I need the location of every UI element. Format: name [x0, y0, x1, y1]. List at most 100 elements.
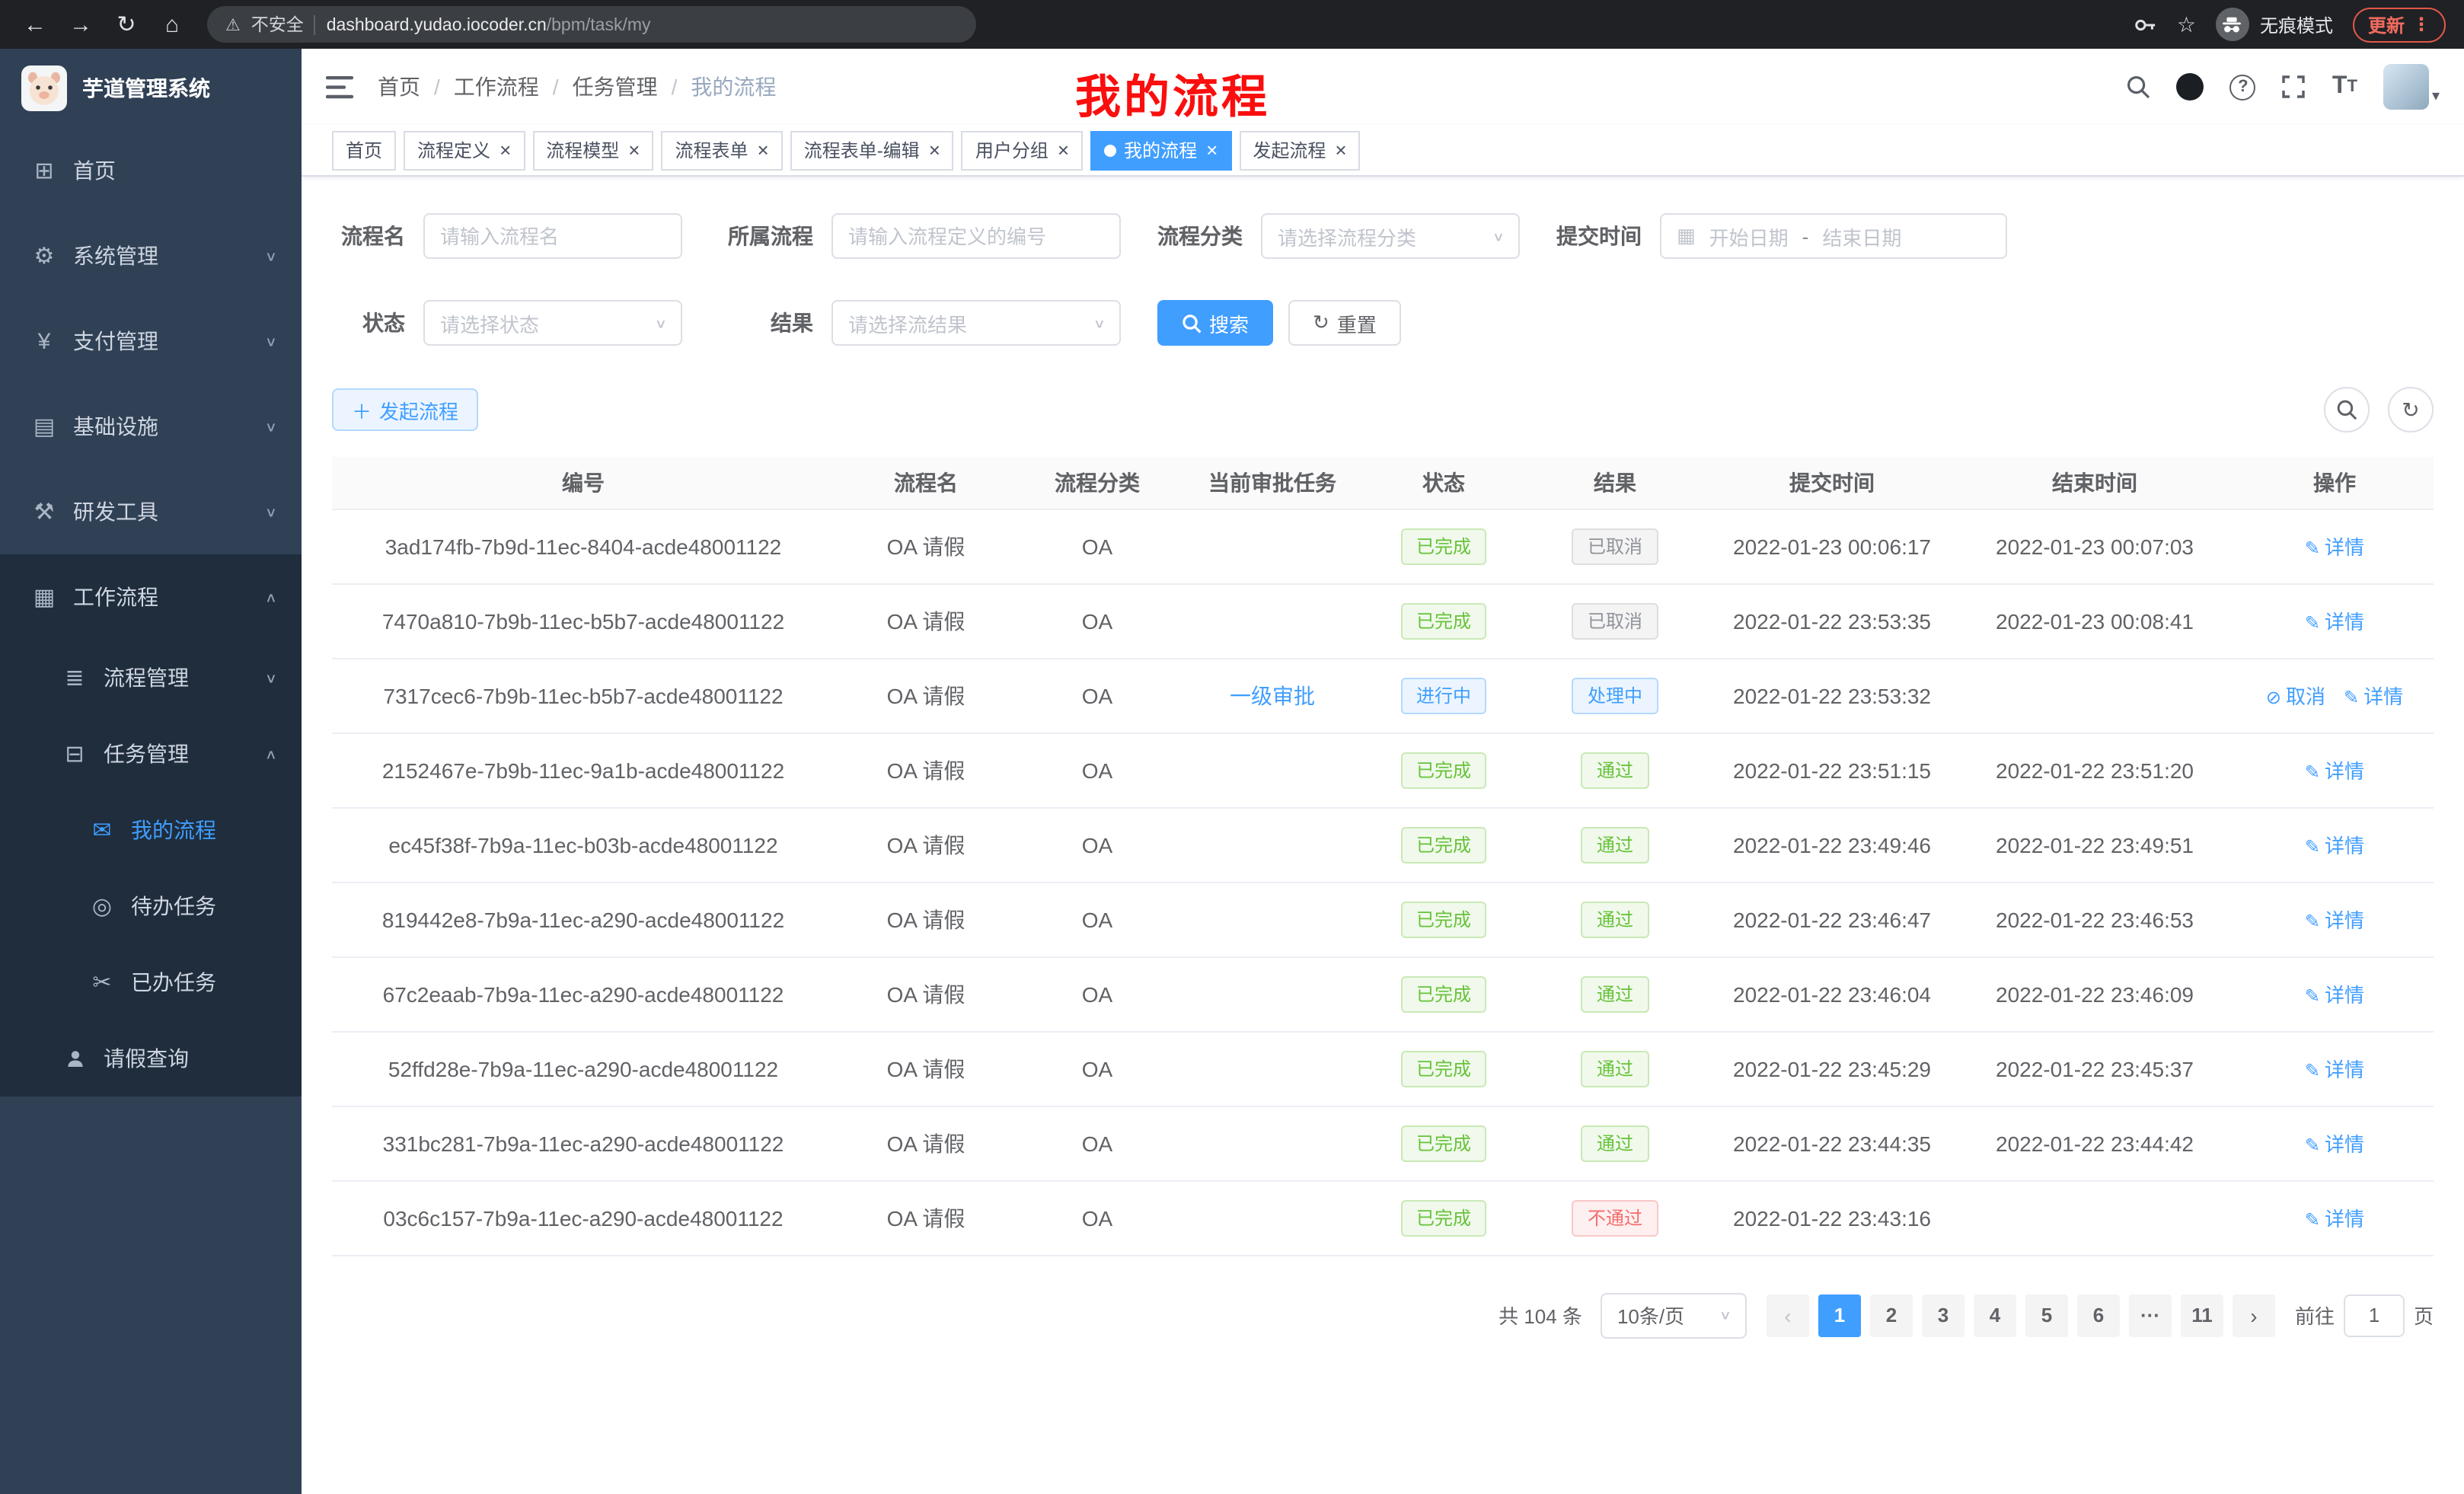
close-icon[interactable]: ×: [1206, 140, 1218, 160]
date-range-picker[interactable]: ▦ 开始日期 - 结束日期: [1660, 213, 2007, 259]
process-name-input[interactable]: [423, 213, 682, 259]
tab-流程表单-编辑[interactable]: 流程表单-编辑×: [790, 130, 954, 170]
action-label: 取消: [2286, 685, 2325, 708]
close-icon[interactable]: ×: [500, 140, 511, 160]
tab-流程表单[interactable]: 流程表单×: [661, 130, 782, 170]
page-button-5[interactable]: 5: [2025, 1294, 2068, 1336]
cell-current-task: [1177, 733, 1368, 807]
page-button-3[interactable]: 3: [1922, 1294, 1964, 1336]
back-icon[interactable]: ←: [18, 11, 52, 37]
browser-home-icon[interactable]: ⌂: [155, 11, 189, 37]
close-icon[interactable]: ×: [929, 140, 940, 160]
pager-ellipsis[interactable]: ···: [2129, 1294, 2172, 1336]
detail-link[interactable]: ✎详情: [2305, 835, 2364, 857]
fullscreen-icon[interactable]: [2282, 75, 2306, 99]
github-icon[interactable]: [2177, 73, 2204, 101]
password-key-icon[interactable]: [2134, 13, 2157, 36]
breadcrumb-item[interactable]: 工作流程: [454, 75, 539, 99]
tab-流程模型[interactable]: 流程模型×: [532, 130, 653, 170]
goto-page-input[interactable]: [2344, 1294, 2405, 1336]
process-def-input[interactable]: [831, 213, 1121, 259]
cell-submit-time: 2022-01-22 23:51:15: [1710, 733, 1954, 807]
tab-发起流程[interactable]: 发起流程×: [1239, 130, 1360, 170]
top-navbar: 首页/工作流程/任务管理/我的流程 我的流程 ? T: [302, 49, 2464, 125]
cell-status: 已完成: [1368, 882, 1520, 956]
sidebar-item-系统管理[interactable]: ⚙系统管理∨: [0, 213, 302, 298]
page-size-select[interactable]: 10条/页 ∨: [1601, 1292, 1747, 1338]
page-button-4[interactable]: 4: [1974, 1294, 2016, 1336]
detail-link[interactable]: ✎详情: [2305, 611, 2364, 634]
close-icon[interactable]: ×: [1058, 140, 1069, 160]
close-icon[interactable]: ×: [628, 140, 640, 160]
cell-status-tag: 已完成: [1401, 826, 1486, 863]
sidebar-item-请假查询[interactable]: 请假查询: [0, 1020, 302, 1097]
detail-link[interactable]: ✎详情: [2305, 1058, 2364, 1081]
sidebar-item-基础设施[interactable]: ▤基础设施∨: [0, 384, 302, 469]
help-icon[interactable]: ?: [2230, 74, 2256, 100]
close-icon[interactable]: ×: [1335, 140, 1346, 160]
status-select[interactable]: 请选择状态 ∨: [423, 300, 682, 346]
detail-link[interactable]: ✎详情: [2305, 760, 2364, 783]
tab-我的流程[interactable]: 我的流程×: [1090, 130, 1231, 170]
detail-link[interactable]: ✎详情: [2305, 536, 2364, 559]
current-task-link[interactable]: 一级审批: [1230, 683, 1315, 707]
breadcrumb-item[interactable]: 首页: [378, 75, 420, 99]
filter-result: 结果 请选择流结果 ∨: [719, 300, 1121, 346]
tab-流程定义[interactable]: 流程定义×: [404, 130, 525, 170]
sidebar-item-工作流程[interactable]: ▦工作流程∧: [0, 554, 302, 640]
address-bar[interactable]: ⚠ 不安全 dashboard.yudao.iocoder.cn/bpm/tas…: [207, 6, 976, 43]
sidebar-item-支付管理[interactable]: ¥支付管理∨: [0, 298, 302, 384]
page-button-11[interactable]: 11: [2181, 1294, 2223, 1336]
filter-process-def: 所属流程: [719, 213, 1121, 259]
sidebar-item-我的流程[interactable]: ✉我的流程: [0, 792, 302, 868]
sidebar-item-任务管理[interactable]: ⊟任务管理∧: [0, 716, 302, 792]
show-search-button[interactable]: [2324, 387, 2370, 433]
cell-result-tag: 通过: [1581, 901, 1649, 937]
page-button-1[interactable]: 1: [1818, 1294, 1861, 1336]
header-search-icon[interactable]: [2127, 75, 2151, 99]
action-label: 详情: [2363, 685, 2403, 708]
scissors-icon: ✂: [88, 969, 116, 996]
detail-link[interactable]: ✎详情: [2305, 984, 2364, 1007]
user-menu[interactable]: ▾: [2383, 64, 2440, 110]
forward-icon[interactable]: →: [64, 11, 97, 37]
breadcrumb-item[interactable]: 任务管理: [573, 75, 658, 99]
close-icon[interactable]: ×: [758, 140, 769, 160]
sidebar-toggle-icon[interactable]: [326, 75, 353, 98]
detail-link[interactable]: ✎详情: [2305, 1133, 2364, 1156]
cell-process-name: OA 请假: [835, 583, 1017, 658]
cell-submit-time: 2022-01-22 23:49:46: [1710, 807, 1954, 882]
user-avatar[interactable]: [2383, 64, 2429, 110]
cell-current-task: [1177, 1106, 1368, 1180]
cell-current-task: [1177, 583, 1368, 658]
detail-link[interactable]: ✎详情: [2305, 1208, 2364, 1231]
sidebar-item-已办任务[interactable]: ✂已办任务: [0, 944, 302, 1020]
font-size-icon[interactable]: TT: [2332, 73, 2357, 101]
category-select[interactable]: 请选择流程分类 ∨: [1261, 213, 1520, 259]
page-button-2[interactable]: 2: [1870, 1294, 1913, 1336]
sidebar-item-待办任务[interactable]: ◎待办任务: [0, 868, 302, 944]
tab-首页[interactable]: 首页: [332, 130, 396, 170]
reload-icon[interactable]: ↻: [110, 11, 143, 38]
pay-icon: ¥: [30, 328, 58, 354]
next-page-button[interactable]: ›: [2233, 1294, 2275, 1336]
cancel-link[interactable]: ⊘取消: [2266, 685, 2325, 708]
tab-用户分组[interactable]: 用户分组×: [962, 130, 1083, 170]
sidebar-item-研发工具[interactable]: ⚒研发工具∨: [0, 469, 302, 554]
detail-link[interactable]: ✎详情: [2305, 909, 2364, 932]
detail-link[interactable]: ✎详情: [2344, 685, 2403, 708]
bookmark-star-icon[interactable]: ☆: [2177, 11, 2196, 37]
sidebar-item-流程管理[interactable]: ≣流程管理∨: [0, 640, 302, 716]
browser-update-button[interactable]: 更新 ⋮: [2353, 7, 2446, 42]
incognito-icon: [2216, 8, 2249, 41]
refresh-table-button[interactable]: ↻: [2388, 387, 2434, 433]
prev-page-button[interactable]: ‹: [1767, 1294, 1809, 1336]
edit-icon: ✎: [2344, 687, 2359, 708]
sidebar-item-首页[interactable]: ⊞首页: [0, 128, 302, 213]
page-button-6[interactable]: 6: [2077, 1294, 2120, 1336]
chevron-down-icon: ∨: [265, 504, 277, 520]
start-process-button[interactable]: ＋ 发起流程: [332, 388, 478, 431]
result-select[interactable]: 请选择流结果 ∨: [831, 300, 1121, 346]
reset-button[interactable]: ↻ 重置: [1288, 300, 1401, 346]
search-button[interactable]: 搜索: [1157, 300, 1273, 346]
